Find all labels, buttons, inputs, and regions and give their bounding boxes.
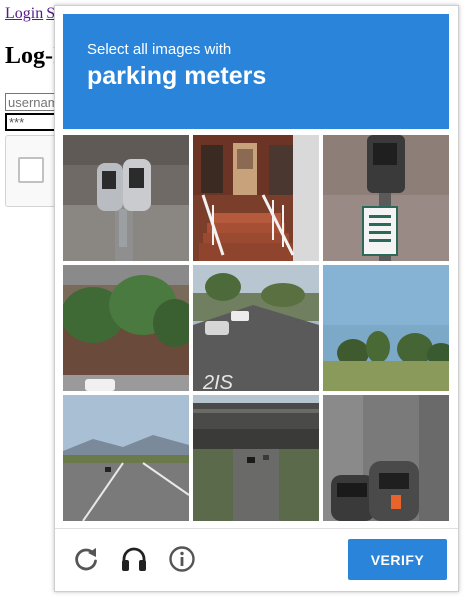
highway-overpass-image	[193, 395, 319, 521]
verify-button[interactable]: VERIFY	[348, 539, 447, 580]
image-tile-2[interactable]	[193, 135, 319, 261]
prompt-banner: Select all images with parking meters	[63, 14, 449, 129]
parking-meter-closeup-image	[63, 135, 189, 261]
headphones-icon[interactable]	[119, 544, 149, 574]
footer-divider	[55, 528, 458, 529]
image-tile-3[interactable]	[323, 135, 449, 261]
info-icon[interactable]	[167, 544, 197, 574]
recaptcha-checkbox[interactable]	[18, 157, 44, 183]
house-porch-image	[193, 135, 319, 261]
prompt-target: parking meters	[87, 62, 267, 90]
image-grid: 2IS	[63, 135, 450, 521]
image-tile-7[interactable]	[63, 395, 189, 521]
image-tile-8[interactable]	[193, 395, 319, 521]
image-tile-6[interactable]	[323, 265, 449, 391]
top-nav: Login S	[5, 5, 58, 23]
parking-meters-image	[323, 395, 449, 521]
image-tile-4[interactable]	[63, 265, 189, 391]
street-marking-text: 2IS	[202, 372, 234, 391]
meter-and-sign-image	[323, 135, 449, 261]
building-trees-image	[63, 265, 189, 391]
trees-sky-image	[323, 265, 449, 391]
image-tile-9[interactable]	[323, 395, 449, 521]
login-link[interactable]: Login	[5, 5, 43, 22]
image-tile-5[interactable]: 2IS	[193, 265, 319, 391]
prompt-instruction: Select all images with	[87, 41, 232, 58]
highway-mountains-image	[63, 395, 189, 521]
street-parked-cars-image: 2IS	[193, 265, 319, 391]
image-tile-1[interactable]	[63, 135, 189, 261]
reload-icon[interactable]	[71, 544, 101, 574]
captcha-challenge: Select all images with parking meters 2I…	[54, 5, 459, 592]
